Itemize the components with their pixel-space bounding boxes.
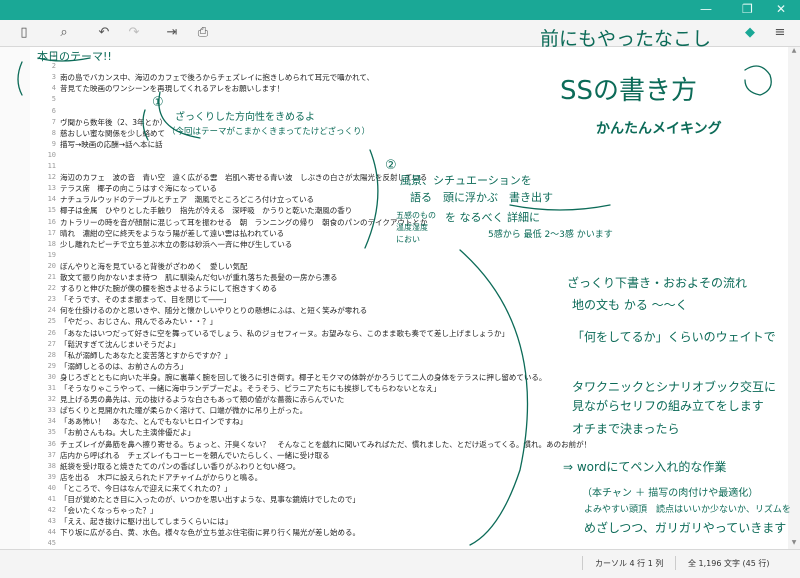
- cursor-position: カーソル 4 行 1 列: [595, 559, 664, 568]
- step3-line-1: ⇒ wordにてペン入れ的な作業: [563, 460, 727, 474]
- senses-note-2: 温度湿度: [396, 223, 428, 232]
- status-separator: [582, 556, 583, 570]
- step3-line-3: よみやすい頭頂 読点はいいか少ないか、リズムを: [584, 505, 791, 515]
- step3-line-4: めざしつつ、ガリガリやっていきます: [584, 521, 787, 535]
- annotation-title-1: 前にもやったなこし: [540, 28, 712, 50]
- step2-line-4: 5感から 最低 2〜3感 かいます: [488, 230, 613, 240]
- senses-note-3: におい: [396, 235, 420, 244]
- character-count: 全 1,196 文字 (45 行): [688, 559, 770, 568]
- step1-line-1: ざっくりした方向性をきめるよ: [175, 112, 315, 123]
- senses-note-1: 五感のもの: [396, 211, 436, 220]
- annotation-title-2: SSの書き方: [560, 76, 698, 106]
- step1-line-2: （今回はテーマがこまかくきまってたけどざっくり）: [167, 127, 370, 137]
- step2-line-3: を なるべく 詳細に: [445, 211, 540, 224]
- main-line-4: タワクニックとシナリオブック交互に: [572, 380, 777, 394]
- step1-label: ①: [152, 95, 164, 110]
- main-line-6: オチまで決まったら: [572, 422, 680, 436]
- status-bar: カーソル 4 行 1 列 全 1,196 文字 (45 行): [0, 549, 800, 578]
- status-separator: [675, 556, 676, 570]
- annotation-title-3: かんたんメイキング: [596, 121, 722, 137]
- step2-line-1: 風景、シチュエーションを: [400, 174, 532, 187]
- main-line-3: 「何をしてるか」くらいのウェイトで: [572, 330, 776, 344]
- main-line-2: 地の文も かる 〜〜く: [572, 298, 688, 312]
- main-line-1: ざっくり下書き・おおよその流れ: [567, 276, 748, 290]
- step2-label: ②: [385, 158, 397, 173]
- step2-line-2: 語る 頭に浮かぶ 書き出す: [410, 191, 553, 204]
- step3-line-2: （本チャン ＋ 描写の肉付けや最適化）: [582, 488, 759, 499]
- main-line-5: 見ながらセリフの組み立てをします: [572, 399, 764, 413]
- note-today-theme: 本日のテーマ!!: [37, 50, 112, 63]
